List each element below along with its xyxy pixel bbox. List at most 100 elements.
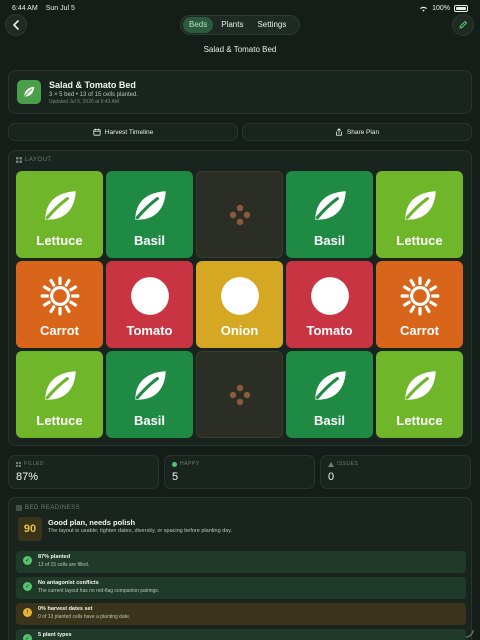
empty-cell-icon bbox=[229, 374, 251, 416]
bed-cell-label: Onion bbox=[220, 323, 259, 338]
grid-icon bbox=[16, 157, 22, 163]
harvest-timeline-label: Harvest Timeline bbox=[104, 128, 154, 136]
bed-cell-label: Basil bbox=[313, 233, 346, 248]
issues-label: ISSUES bbox=[337, 461, 359, 467]
bed-cell-label: Basil bbox=[133, 233, 166, 248]
bed-summary-card: Salad & Tomato Bed 3 × 5 bed • 13 of 15 … bbox=[8, 70, 472, 114]
filled-stat: FILLED 87% bbox=[8, 455, 159, 489]
check-item: ✓ 5 plant types bbox=[16, 629, 466, 640]
check-item: ✓ No antagonist conflicts The current la… bbox=[16, 577, 466, 599]
status-bar: 6:44 AM Sun Jul 5 100% bbox=[0, 0, 480, 16]
wifi-icon bbox=[420, 6, 428, 12]
leaf-icon bbox=[399, 185, 441, 227]
bed-summary-text: 3 × 5 bed • 13 of 15 cells planted. bbox=[49, 91, 138, 98]
check-title: 0% harvest dates set bbox=[38, 606, 93, 612]
page-title: Salad & Tomato Bed bbox=[203, 45, 277, 54]
check-circle-icon bbox=[172, 461, 177, 467]
bed-cell[interactable]: Lettuce bbox=[16, 351, 103, 438]
bed-cell[interactable]: Basil bbox=[106, 171, 193, 258]
readiness-header-label: BED READINESS bbox=[25, 505, 81, 511]
check-subtitle: 13 of 15 cells are filled. bbox=[38, 562, 90, 568]
carrot-icon bbox=[39, 275, 81, 317]
bed-cell[interactable]: Tomato bbox=[286, 261, 373, 348]
warning-icon: ! bbox=[23, 608, 32, 617]
happy-value: 5 bbox=[172, 471, 179, 483]
happy-stat: HAPPY 5 bbox=[164, 455, 315, 489]
share-plan-label: Share Plan bbox=[346, 128, 380, 136]
leaf-icon bbox=[399, 365, 441, 407]
bed-cell-label: Lettuce bbox=[36, 233, 83, 248]
check-item: ✓ 87% planted 13 of 15 cells are filled. bbox=[16, 551, 466, 573]
filled-label: FILLED bbox=[24, 461, 44, 467]
pencil-icon bbox=[459, 20, 468, 29]
readiness-title: Good plan, needs polish bbox=[48, 518, 136, 527]
bed-cell-label: Basil bbox=[133, 413, 166, 428]
bed-readiness-card: BED READINESS 90 Good plan, needs polish… bbox=[8, 497, 472, 640]
bed-cell[interactable]: Lettuce bbox=[16, 171, 103, 258]
check-subtitle: The current layout has no red-flag compa… bbox=[38, 588, 160, 594]
bed-cell-label: Basil bbox=[313, 413, 346, 428]
share-plan-button[interactable]: Share Plan bbox=[242, 123, 472, 141]
status-date: Sun Jul 5 bbox=[45, 4, 75, 12]
resize-grabber-icon[interactable] bbox=[464, 628, 474, 638]
leaf-icon bbox=[39, 185, 81, 227]
battery-icon bbox=[454, 4, 468, 12]
circle-icon bbox=[129, 275, 171, 317]
bed-cell-empty[interactable] bbox=[196, 171, 283, 258]
bed-cell-label: Lettuce bbox=[396, 413, 443, 428]
bed-cell[interactable]: Basil bbox=[106, 351, 193, 438]
issues-value: 0 bbox=[328, 471, 335, 483]
check-title: 5 plant types bbox=[38, 632, 72, 638]
bed-leaf-icon bbox=[17, 80, 41, 104]
bed-cell[interactable]: Basil bbox=[286, 171, 373, 258]
check-title: No antagonist conflicts bbox=[38, 580, 99, 586]
tab-settings[interactable]: Settings bbox=[251, 17, 292, 33]
bed-cell-label: Lettuce bbox=[396, 233, 443, 248]
tab-beds[interactable]: Beds bbox=[183, 17, 214, 33]
list-icon bbox=[16, 505, 22, 511]
harvest-timeline-button[interactable]: Harvest Timeline bbox=[8, 123, 238, 141]
layout-header: LAYOUT bbox=[16, 157, 52, 163]
bed-cell-label: Carrot bbox=[39, 323, 79, 338]
bed-name: Salad & Tomato Bed bbox=[49, 79, 136, 90]
battery-percent: 100% bbox=[432, 4, 450, 12]
check-icon: ✓ bbox=[23, 556, 32, 565]
issues-stat: ISSUES 0 bbox=[320, 455, 471, 489]
filled-value: 87% bbox=[16, 471, 39, 483]
carrot-icon bbox=[399, 275, 441, 317]
layout-header-label: LAYOUT bbox=[25, 157, 52, 163]
grid-icon bbox=[16, 461, 21, 467]
bed-cell[interactable]: Basil bbox=[286, 351, 373, 438]
leaf-icon bbox=[39, 365, 81, 407]
tab-plants[interactable]: Plants bbox=[215, 17, 249, 33]
bed-cell[interactable]: Lettuce bbox=[376, 351, 463, 438]
bed-cell-empty[interactable] bbox=[196, 351, 283, 438]
bed-cell[interactable]: Carrot bbox=[376, 261, 463, 348]
bed-cell[interactable]: Lettuce bbox=[376, 171, 463, 258]
edit-button[interactable] bbox=[452, 14, 474, 36]
circle-icon bbox=[309, 275, 351, 317]
check-title: 87% planted bbox=[38, 554, 71, 560]
leaf-icon bbox=[309, 365, 351, 407]
bed-cell[interactable]: Tomato bbox=[106, 261, 193, 348]
chevron-left-icon bbox=[13, 20, 19, 30]
readiness-header: BED READINESS bbox=[16, 505, 80, 511]
check-icon: ✓ bbox=[23, 634, 32, 640]
bed-updated: Updated Jul 5, 2026 at 6:43 AM bbox=[49, 98, 120, 105]
share-icon bbox=[336, 128, 342, 136]
status-time: 6:44 AM bbox=[12, 4, 38, 12]
check-subtitle: 0 of 13 planted cells have a planting da… bbox=[38, 614, 131, 620]
readiness-subtitle: The layout is usable; tighten dates, div… bbox=[48, 528, 233, 534]
check-item: ! 0% harvest dates set 0 of 13 planted c… bbox=[16, 603, 466, 625]
bed-cell[interactable]: Onion bbox=[196, 261, 283, 348]
tab-bar: Beds Plants Settings bbox=[180, 15, 300, 35]
back-button[interactable] bbox=[5, 14, 27, 36]
layout-card: LAYOUT Lettuce Basil Basil Lettuce Carrot Tom… bbox=[8, 150, 472, 446]
bed-cell-label: Carrot bbox=[399, 323, 439, 338]
warning-icon bbox=[328, 461, 334, 467]
bed-cell[interactable]: Carrot bbox=[16, 261, 103, 348]
bed-grid: Lettuce Basil Basil Lettuce Carrot Tomato Onio… bbox=[16, 171, 463, 438]
circle-icon bbox=[219, 275, 261, 317]
bed-cell-label: Tomato bbox=[306, 323, 353, 338]
leaf-icon bbox=[129, 185, 171, 227]
